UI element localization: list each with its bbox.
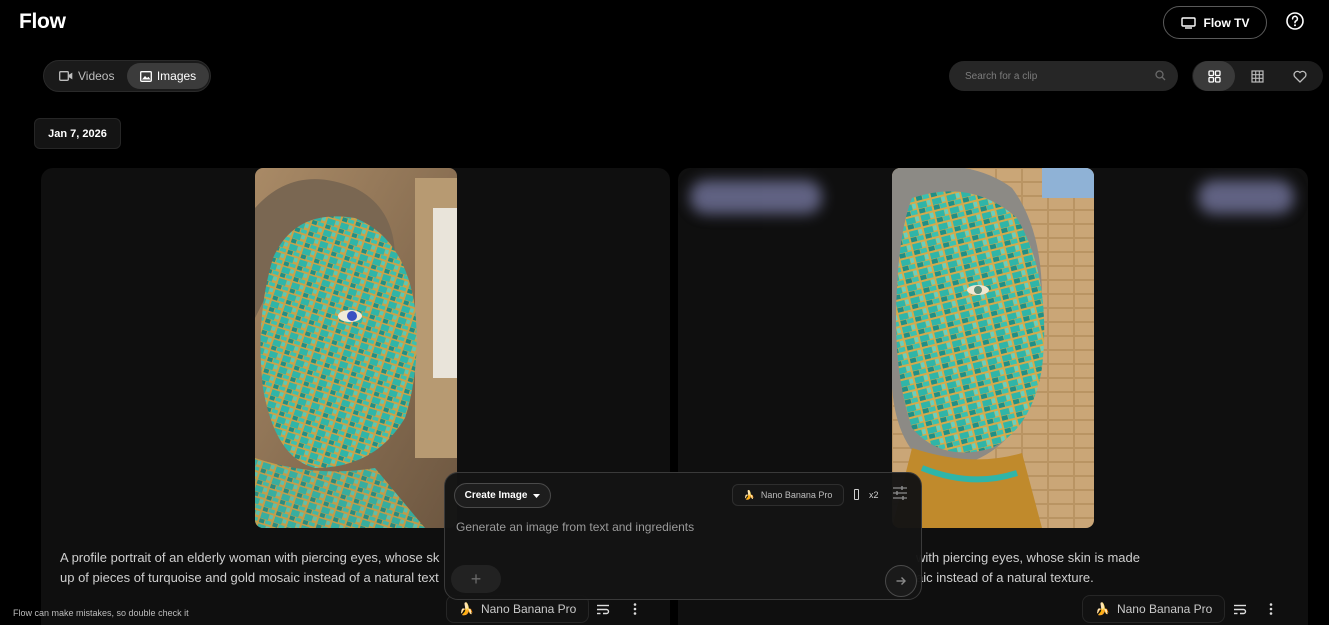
grid-view-button[interactable] <box>1193 61 1235 91</box>
description-line: up of pieces of turquoise and gold mosai… <box>60 570 439 585</box>
arrow-right-icon <box>896 577 906 585</box>
model-chip[interactable]: 🍌 Nano Banana Pro <box>1082 595 1226 623</box>
model-label: Nano Banana Pro <box>480 602 577 616</box>
more-options-button[interactable] <box>1256 595 1286 623</box>
model-selector[interactable]: 🍌 Nano Banana Pro <box>732 484 844 506</box>
blurred-overlay <box>690 180 822 214</box>
description-line: A profile portrait of an elderly woman w… <box>60 550 440 565</box>
plus-icon: + <box>470 568 482 589</box>
tab-videos-label: Videos <box>78 69 115 83</box>
grid-icon <box>1207 69 1221 83</box>
blurred-overlay <box>1198 180 1294 214</box>
caret-down-icon <box>533 493 541 498</box>
disclaimer-text: Flow can make mistakes, so double check … <box>13 608 189 618</box>
more-vert-icon <box>633 603 637 615</box>
flow-tv-label: Flow TV <box>1203 15 1250 30</box>
generated-image[interactable] <box>892 168 1094 528</box>
model-label: Nano Banana Pro <box>760 490 833 500</box>
output-count[interactable]: x2 <box>869 490 879 500</box>
image-icon <box>139 70 152 82</box>
add-ingredient-button[interactable]: + <box>451 565 501 593</box>
description-line: aic instead of a natural texture. <box>916 570 1094 585</box>
video-camera-icon <box>59 71 73 81</box>
image-description: with piercing eyes, whose skin is made a… <box>916 548 1216 588</box>
send-button[interactable] <box>885 565 917 597</box>
tab-images-label: Images <box>156 69 197 83</box>
settings-sliders-icon[interactable] <box>892 486 908 500</box>
banana-icon: 🍌 <box>1095 602 1110 616</box>
tab-videos[interactable]: Videos <box>47 63 126 89</box>
prompt-input[interactable]: Generate an image from text and ingredie… <box>456 520 694 534</box>
wrap-text-icon <box>1234 604 1247 614</box>
mode-dropdown[interactable]: Create Image <box>454 483 551 508</box>
date-group-label: Jan 7, 2026 <box>34 118 121 149</box>
tab-images[interactable]: Images <box>127 63 209 89</box>
banana-icon: 🍌 <box>459 602 474 616</box>
search-input[interactable]: Search for a clip <box>949 61 1178 91</box>
media-type-toggle: Videos Images <box>43 60 211 92</box>
aspect-ratio-icon[interactable] <box>854 489 859 500</box>
search-icon <box>1155 70 1166 81</box>
wrap-text-icon <box>597 604 610 614</box>
favorites-button[interactable] <box>1279 61 1321 91</box>
banana-icon: 🍌 <box>743 489 755 500</box>
mode-label: Create Image <box>464 490 528 501</box>
flow-tv-button[interactable]: Flow TV <box>1163 6 1267 39</box>
reuse-prompt-button[interactable] <box>1225 595 1255 623</box>
help-icon[interactable] <box>1285 11 1305 31</box>
prompt-composer: Create Image 🍌 Nano Banana Pro x2 Genera… <box>444 472 922 600</box>
generated-image[interactable] <box>255 168 457 528</box>
description-line: with piercing eyes, whose skin is made <box>916 550 1140 565</box>
image-description: A profile portrait of an elderly woman w… <box>60 548 460 588</box>
table-icon <box>1250 69 1264 83</box>
app-logo[interactable]: Flow <box>19 10 66 34</box>
search-placeholder: Search for a clip <box>965 70 1038 82</box>
model-label: Nano Banana Pro <box>1116 602 1213 616</box>
heart-icon <box>1293 70 1307 83</box>
view-mode-group <box>1192 61 1323 91</box>
table-view-button[interactable] <box>1236 61 1278 91</box>
tv-icon <box>1180 16 1196 29</box>
more-vert-icon <box>1269 603 1273 615</box>
